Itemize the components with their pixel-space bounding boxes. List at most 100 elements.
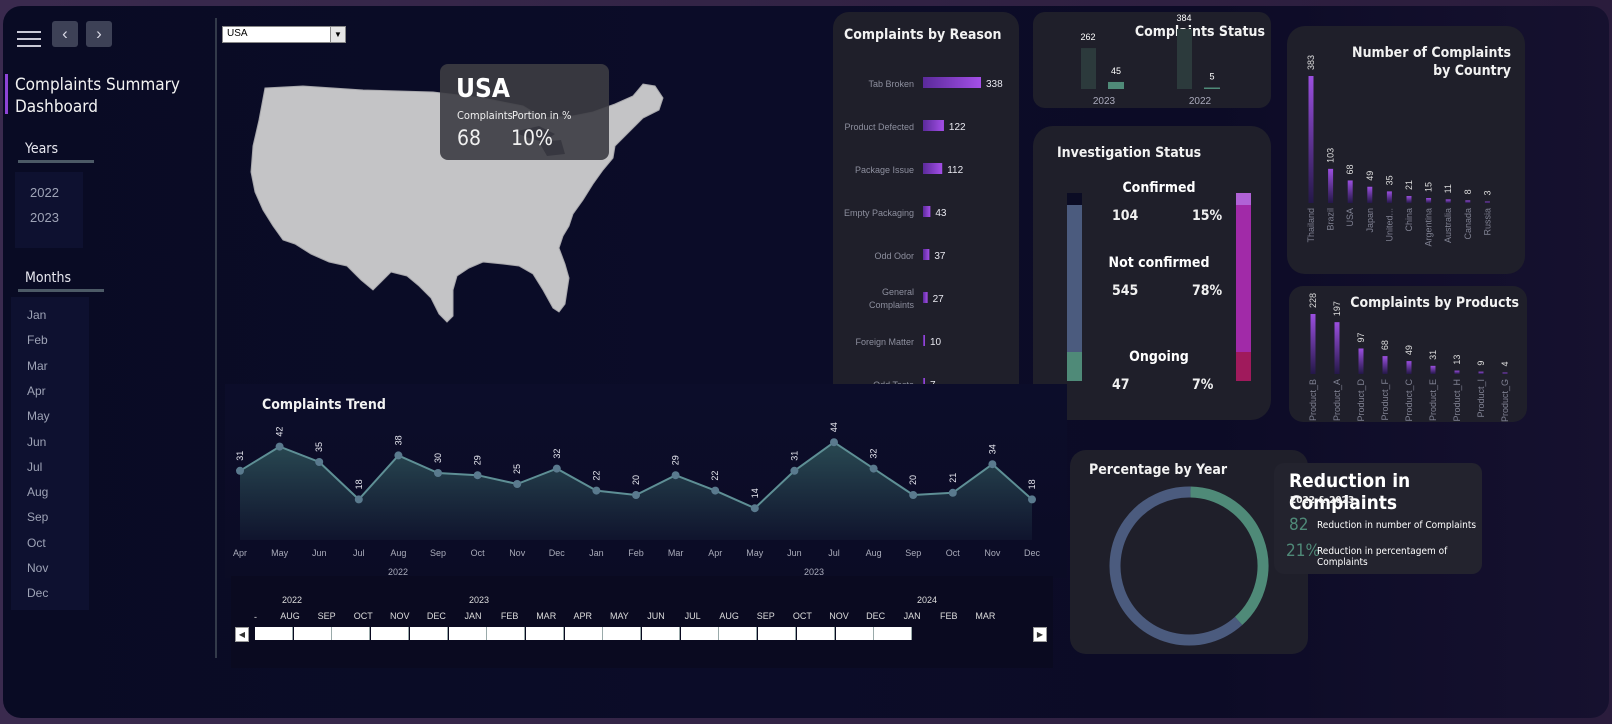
year-item-2022[interactable]: 2022 — [30, 185, 59, 200]
trend-point — [711, 486, 720, 495]
month-item-jan[interactable]: Jan — [27, 308, 46, 322]
timeline-month[interactable]: MAR — [965, 611, 1005, 621]
hamburger-menu-icon[interactable] — [17, 26, 41, 52]
month-item-apr[interactable]: Apr — [27, 384, 46, 398]
month-item-may[interactable]: May — [27, 409, 50, 423]
product-label: Product_H — [1452, 379, 1462, 422]
timeline-month[interactable]: APR — [563, 611, 603, 621]
timeline-month[interactable]: DEC — [856, 611, 896, 621]
months-underline — [18, 289, 104, 292]
country-bar — [1367, 186, 1373, 203]
timeline-month[interactable]: AUG — [709, 611, 749, 621]
reason-label: Empty Packaging — [844, 208, 914, 218]
trend-panel: Complaints Trend 31 42 35 18 38 30 29 25 32 22 20 2… — [225, 384, 1067, 578]
country-value: 35 — [1384, 175, 1394, 185]
timeline-month[interactable]: NOV — [819, 611, 859, 621]
timeline-month[interactable]: SEP — [307, 611, 347, 621]
timeline-cell[interactable] — [255, 627, 293, 640]
month-item-aug[interactable]: Aug — [27, 485, 48, 499]
products-chart: 228 Product_B 197 Product_A 97 Product_D 68 Pro… — [1308, 293, 1510, 422]
trend-month-label: Oct — [946, 548, 961, 558]
reason-value: 338 — [986, 79, 1003, 90]
product-value: 31 — [1428, 350, 1438, 360]
country-dropdown[interactable]: USA ▼ — [222, 26, 346, 43]
timeline-cell[interactable] — [371, 627, 410, 640]
trend-point — [750, 504, 759, 513]
month-item-dec[interactable]: Dec — [27, 586, 48, 600]
dashboard-title: Complaints Summary Dashboard — [15, 74, 180, 118]
reason-label: Package Issue — [855, 165, 914, 175]
timeline-cell[interactable] — [874, 627, 913, 640]
trend-value: 29 — [473, 455, 483, 465]
year-item-2023[interactable]: 2023 — [30, 210, 59, 225]
timeline-cell[interactable] — [409, 627, 448, 640]
timeline-month[interactable]: MAR — [526, 611, 566, 621]
trend-value: 22 — [710, 471, 720, 481]
reduction-card: Reduction in Complaints 2022 & 2023 82 R… — [1274, 463, 1482, 574]
timeline-cell[interactable] — [835, 627, 874, 640]
country-bar — [1406, 196, 1412, 203]
portion-label: Portion in % — [512, 109, 572, 122]
timeline-cell[interactable] — [564, 627, 603, 640]
country-dropdown-value: USA — [227, 28, 248, 39]
timeline-month[interactable]: JAN — [453, 611, 493, 621]
timeline-month[interactable]: OCT — [782, 611, 822, 621]
timeline-cell[interactable] — [487, 627, 526, 640]
timeline-month[interactable]: JUL — [673, 611, 713, 621]
timeline-year: 2024 — [917, 595, 938, 605]
month-item-oct[interactable]: Oct — [27, 536, 46, 550]
status-bar-b — [1108, 81, 1124, 89]
timeline-cell[interactable] — [525, 627, 564, 640]
chevron-down-icon[interactable]: ▼ — [330, 27, 345, 42]
trend-point — [236, 466, 244, 475]
reason-bar — [923, 206, 931, 217]
timeline-cell[interactable] — [680, 627, 719, 640]
timeline-month[interactable]: DEC — [416, 611, 456, 621]
timeline-cell[interactable] — [332, 627, 371, 640]
month-item-mar[interactable]: Mar — [27, 359, 48, 373]
timeline-cell[interactable] — [448, 627, 487, 640]
trend-point — [354, 495, 363, 504]
timeline-month[interactable]: OCT — [343, 611, 383, 621]
timeline-cell[interactable] — [642, 627, 680, 640]
timeline-month[interactable]: FEB — [929, 611, 969, 621]
timeline-cell[interactable] — [796, 627, 835, 640]
timeline-cell[interactable] — [293, 627, 332, 640]
reason-value: 27 — [933, 294, 945, 305]
product-label: Product_F — [1380, 379, 1390, 421]
forward-arrow-icon[interactable]: › — [86, 21, 112, 47]
trend-value: 38 — [393, 435, 403, 445]
trend-point — [790, 466, 799, 475]
country-bar — [1426, 198, 1432, 203]
timeline-month[interactable]: SEP — [746, 611, 786, 621]
timeline-month[interactable]: FEB — [490, 611, 530, 621]
reason-value: 43 — [935, 208, 947, 219]
trend-value: 20 — [908, 475, 918, 485]
timeline-cell[interactable] — [758, 627, 797, 640]
investigation-label: Ongoing — [1129, 349, 1189, 365]
back-arrow-icon[interactable]: ‹ — [52, 21, 78, 47]
timeline-month[interactable]: JUN — [636, 611, 676, 621]
trend-month-label: Dec — [549, 548, 566, 558]
month-item-feb[interactable]: Feb — [27, 333, 48, 347]
month-item-jun[interactable]: Jun — [27, 435, 46, 449]
timeline-month[interactable]: NOV — [380, 611, 420, 621]
country-label: United... — [1384, 208, 1394, 242]
month-item-sep[interactable]: Sep — [27, 510, 48, 524]
trend-month-label: Sep — [430, 548, 446, 558]
timeline-bar[interactable] — [255, 627, 913, 640]
scroll-right-icon[interactable]: ▶ — [1033, 627, 1047, 642]
trend-point — [434, 469, 442, 477]
country-bar — [1386, 191, 1392, 203]
timeline-month[interactable]: JAN — [892, 611, 932, 621]
product-value: 97 — [1356, 332, 1366, 342]
trend-month-label: Apr — [708, 548, 722, 558]
scroll-left-icon[interactable]: ◀ — [235, 627, 249, 642]
timeline-cell[interactable] — [719, 627, 758, 640]
timeline-month[interactable]: AUG — [270, 611, 310, 621]
timeline-month[interactable]: MAY — [599, 611, 639, 621]
month-item-jul[interactable]: Jul — [27, 460, 42, 474]
trend-value: 32 — [552, 449, 562, 459]
timeline-cell[interactable] — [603, 627, 642, 640]
month-item-nov[interactable]: Nov — [27, 561, 48, 575]
